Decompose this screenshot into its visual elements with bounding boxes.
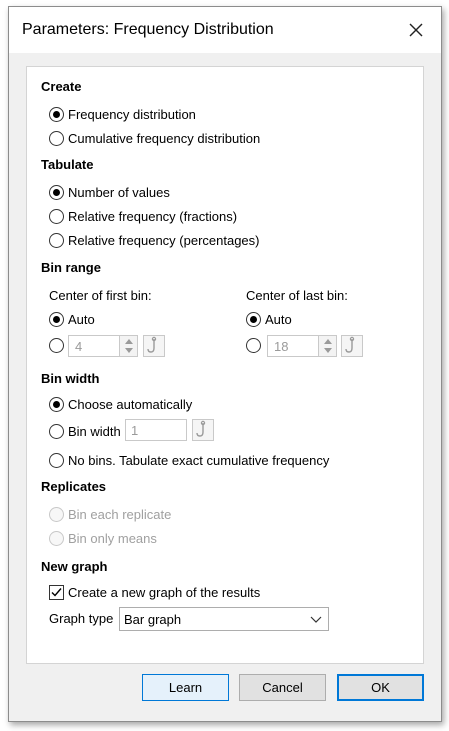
bin-width-heading: Bin width (41, 371, 100, 386)
replicates-heading: Replicates (41, 479, 107, 494)
first-bin-stepper[interactable]: 4 (68, 335, 138, 357)
radio-no-bins[interactable] (49, 453, 64, 468)
bin-width-input[interactable]: 1 (125, 419, 187, 441)
last-bin-stepper[interactable]: 18 (267, 335, 337, 357)
radio-bin-width[interactable] (49, 424, 64, 439)
graph-type-select[interactable]: Bar graph (119, 607, 329, 631)
radio-first-bin-manual[interactable] (49, 338, 64, 353)
first-bin-hook-button[interactable] (143, 335, 165, 357)
create-heading: Create (41, 79, 82, 94)
last-bin-stepper-arrows[interactable] (318, 336, 336, 356)
new-graph-heading: New graph (41, 559, 108, 574)
first-bin-stepper-arrows[interactable] (119, 336, 137, 356)
radio-cumulative-frequency-label: Cumulative frequency distribution (68, 131, 261, 146)
bin-width-hook-button[interactable] (192, 419, 214, 441)
bin-only-means-label: Bin only means (68, 531, 157, 546)
graph-type-value: Bar graph (124, 612, 182, 627)
radio-first-bin-auto[interactable] (49, 312, 64, 327)
no-bins-label: No bins. Tabulate exact cumulative frequ… (68, 453, 330, 468)
bin-width-label: Bin width (68, 424, 121, 439)
last-bin-value: 18 (274, 339, 289, 354)
radio-relative-percentages[interactable] (49, 233, 64, 248)
dialog-title: Parameters: Frequency Distribution (22, 21, 274, 38)
radio-number-of-values[interactable] (49, 185, 64, 200)
hook-icon (345, 336, 355, 353)
last-bin-auto-label: Auto (265, 312, 292, 327)
chevron-down-icon (310, 616, 322, 623)
arrow-up-icon[interactable] (125, 339, 133, 344)
hook-icon (196, 420, 206, 437)
arrow-down-icon[interactable] (324, 348, 332, 353)
bin-each-replicate-label: Bin each replicate (68, 507, 172, 522)
first-bin-value: 4 (75, 339, 83, 354)
parameters-panel: Create Frequency distribution Cumulative… (26, 66, 424, 664)
first-bin-auto-label: Auto (68, 312, 95, 327)
last-bin-hook-button[interactable] (341, 335, 363, 357)
last-bin-label: Center of last bin: (246, 288, 348, 303)
close-icon[interactable] (404, 18, 428, 42)
arrow-up-icon[interactable] (324, 339, 332, 344)
radio-relative-percentages-label: Relative frequency (percentages) (68, 233, 260, 248)
title-bar: Parameters: Frequency Distribution (9, 7, 441, 53)
radio-number-of-values-label: Number of values (68, 185, 170, 200)
radio-bin-only-means (49, 531, 64, 546)
bin-width-value: 1 (131, 423, 139, 438)
radio-cumulative-frequency[interactable] (49, 131, 64, 146)
create-graph-label: Create a new graph of the results (68, 585, 261, 600)
graph-type-label: Graph type (49, 611, 114, 626)
radio-frequency-distribution[interactable] (49, 107, 64, 122)
create-graph-checkbox[interactable] (49, 585, 64, 600)
hook-icon (147, 336, 157, 353)
radio-last-bin-manual[interactable] (246, 338, 261, 353)
ok-button[interactable]: OK (337, 674, 424, 701)
arrow-down-icon[interactable] (125, 348, 133, 353)
choose-automatically-label: Choose automatically (68, 397, 193, 412)
checkmark-icon (51, 588, 62, 597)
radio-choose-automatically[interactable] (49, 397, 64, 412)
first-bin-label: Center of first bin: (49, 288, 152, 303)
tabulate-heading: Tabulate (41, 157, 94, 172)
radio-bin-each-replicate (49, 507, 64, 522)
cancel-button[interactable]: Cancel (239, 674, 326, 701)
radio-relative-fractions-label: Relative frequency (fractions) (68, 209, 238, 224)
learn-button[interactable]: Learn (142, 674, 229, 701)
radio-frequency-distribution-label: Frequency distribution (68, 107, 196, 122)
dialog-window: Parameters: Frequency Distribution Creat… (8, 6, 442, 722)
bin-range-heading: Bin range (41, 260, 101, 275)
radio-relative-fractions[interactable] (49, 209, 64, 224)
radio-last-bin-auto[interactable] (246, 312, 261, 327)
